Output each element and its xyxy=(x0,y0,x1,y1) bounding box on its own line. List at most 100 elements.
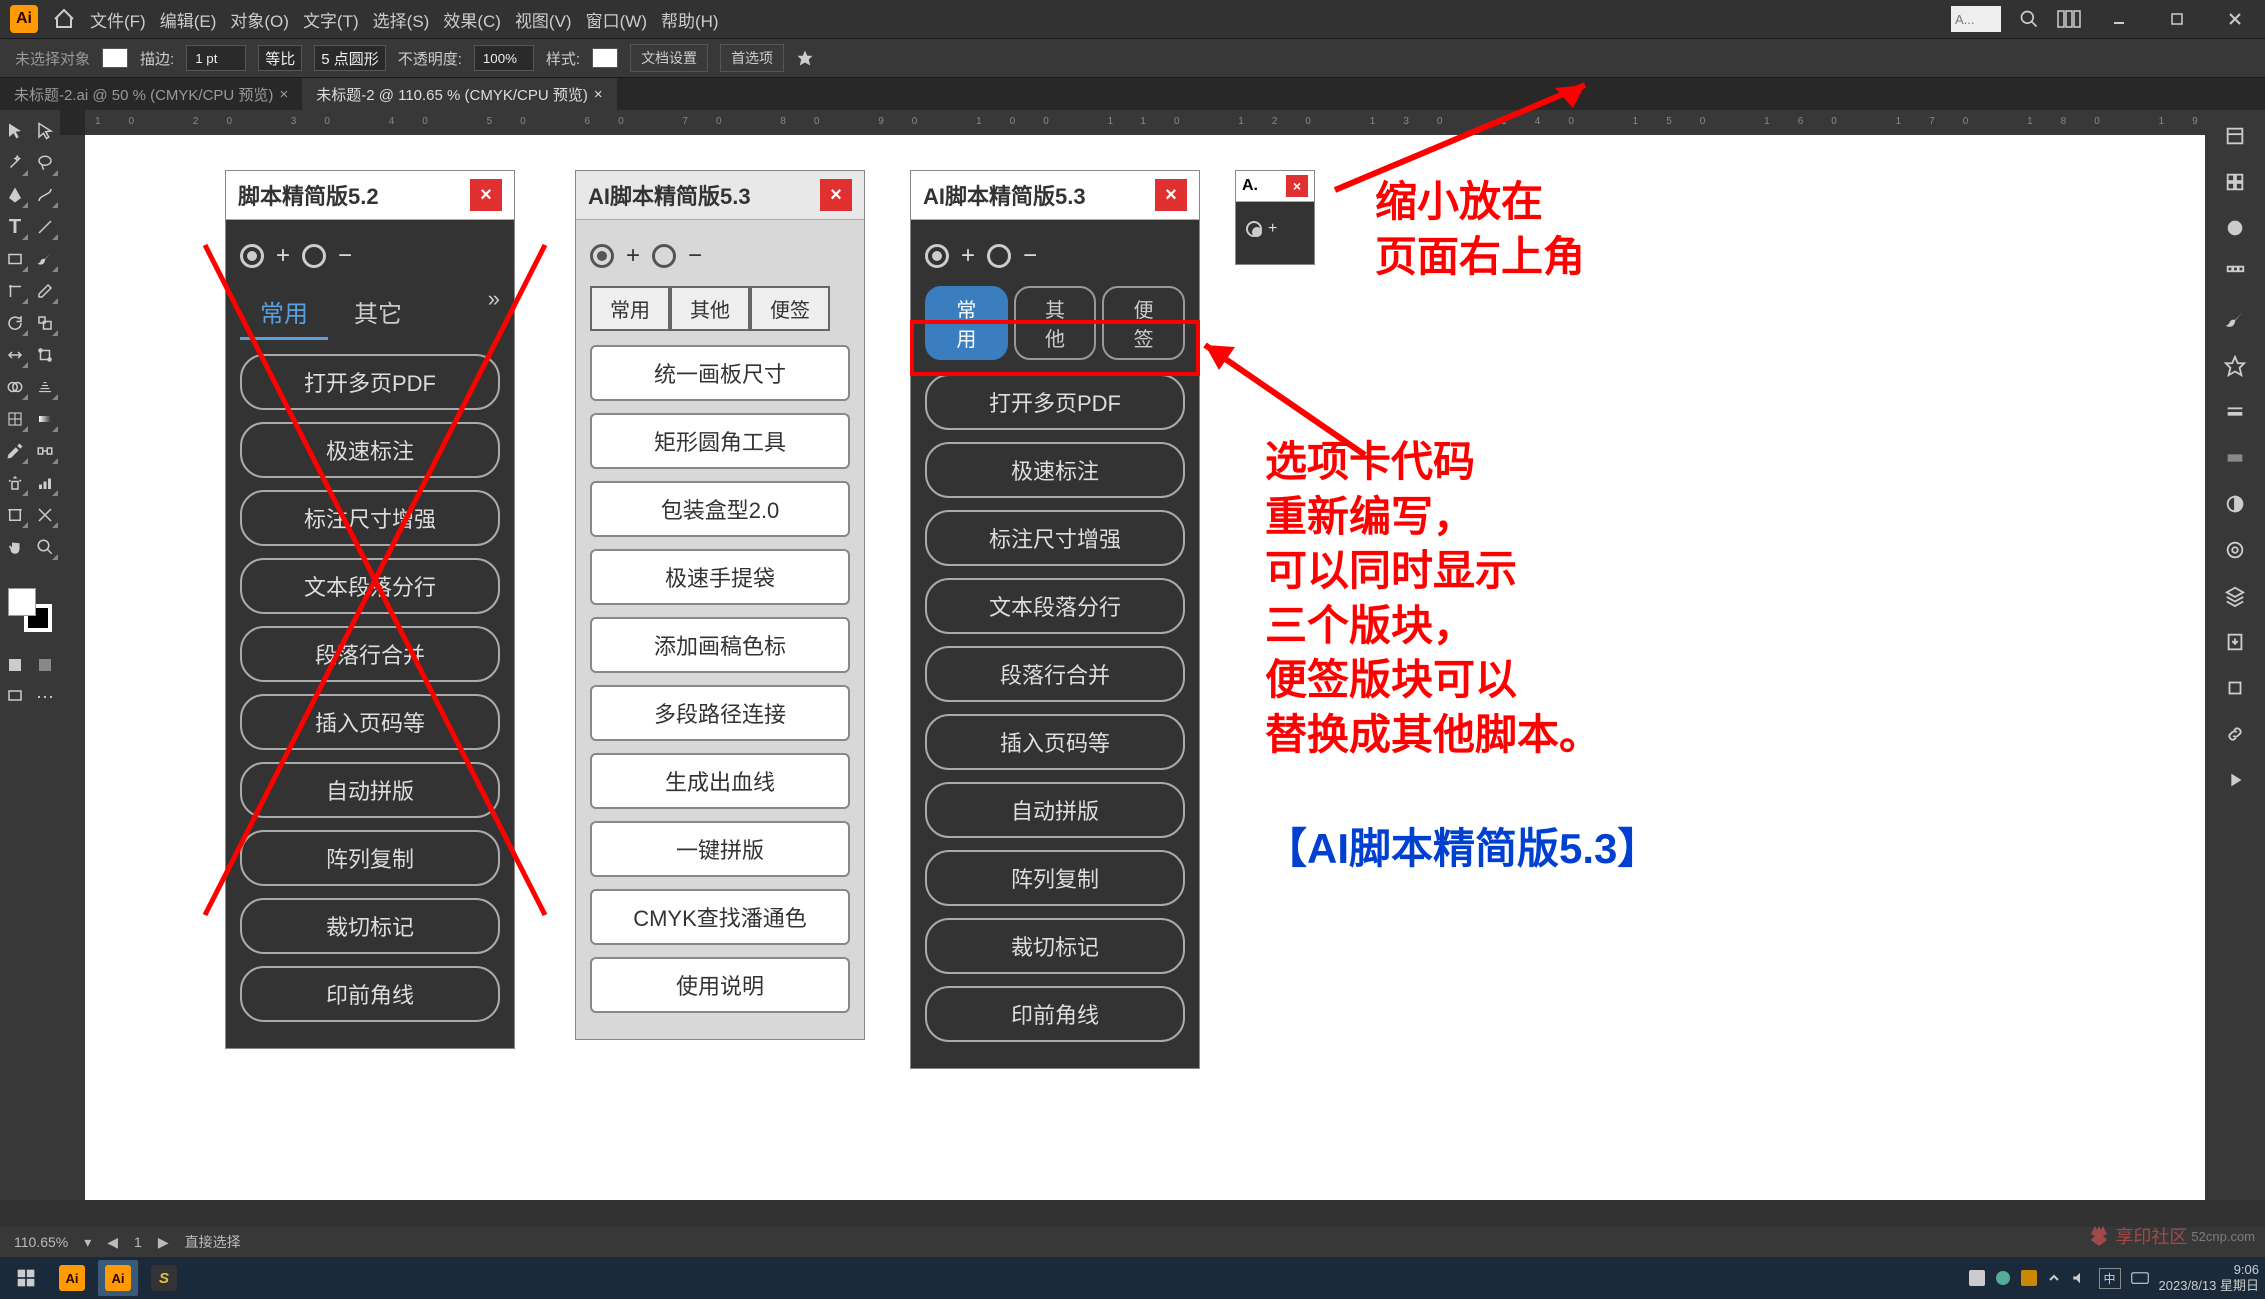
magic-wand-tool[interactable] xyxy=(0,148,30,178)
pd-btn-6[interactable]: 自动拼版 xyxy=(925,782,1185,838)
appearance-panel-icon[interactable] xyxy=(2215,530,2255,570)
pd-btn-0[interactable]: 打开多页PDF xyxy=(925,374,1185,430)
pd-btn-4[interactable]: 段落行合并 xyxy=(925,646,1185,702)
home-icon[interactable] xyxy=(52,7,76,31)
lasso-tool[interactable] xyxy=(30,148,60,178)
pl-btn-4[interactable]: 添加画稿色标 xyxy=(590,617,850,673)
p52-btn-7[interactable]: 阵列复制 xyxy=(240,830,500,886)
pl-btn-6[interactable]: 生成出血线 xyxy=(590,753,850,809)
tab-1-close-icon[interactable]: × xyxy=(279,86,288,103)
line-tool[interactable] xyxy=(30,212,60,242)
pl-btn-5[interactable]: 多段路径连接 xyxy=(590,685,850,741)
rotate-tool[interactable] xyxy=(0,308,30,338)
play-icon[interactable] xyxy=(2215,760,2255,800)
radio-selected-icon[interactable] xyxy=(590,244,614,268)
pin-icon[interactable] xyxy=(796,49,814,67)
arrange-icon[interactable] xyxy=(2057,10,2081,28)
symbols-panel-icon[interactable] xyxy=(2215,346,2255,386)
doc-setup-button[interactable]: 文档设置 xyxy=(630,44,708,72)
fill-swatch[interactable] xyxy=(102,48,128,68)
p52-btn-0[interactable]: 打开多页PDF xyxy=(240,354,500,410)
document-tab-1[interactable]: 未标题-2.ai @ 50 % (CMYK/CPU 预览) × xyxy=(0,78,302,111)
ime-indicator[interactable]: 中 xyxy=(2099,1268,2121,1289)
pd-btn-1[interactable]: 极速标注 xyxy=(925,442,1185,498)
screen-mode[interactable] xyxy=(0,682,30,712)
p52-btn-9[interactable]: 印前角线 xyxy=(240,966,500,1022)
blend-tool[interactable] xyxy=(30,436,60,466)
prefs-button[interactable]: 首选项 xyxy=(720,44,784,72)
ime-keyboard-icon[interactable] xyxy=(2131,1271,2149,1285)
document-tab-2[interactable]: 未标题-2 @ 110.65 % (CMYK/CPU 预览) × xyxy=(302,78,616,111)
p52-btn-4[interactable]: 段落行合并 xyxy=(240,626,500,682)
pd-btn-3[interactable]: 文本段落分行 xyxy=(925,578,1185,634)
panel52-tab-other[interactable]: 其它 xyxy=(334,286,422,340)
links-panel-icon[interactable] xyxy=(2215,714,2255,754)
taskbar-clock[interactable]: 9:06 2023/8/13 星期日 xyxy=(2159,1262,2259,1293)
libraries-panel-icon[interactable] xyxy=(2215,162,2255,202)
menu-view[interactable]: 视图(V) xyxy=(515,7,572,32)
light-tab-common[interactable]: 常用 xyxy=(590,286,670,331)
tray-icon-3[interactable] xyxy=(2021,1270,2037,1286)
color-panel-icon[interactable] xyxy=(2215,208,2255,248)
color-mode[interactable] xyxy=(0,650,30,680)
zoom-level[interactable]: 110.65% xyxy=(14,1234,68,1250)
maximize-button[interactable] xyxy=(2157,5,2197,33)
uniform-dropdown[interactable]: 等比 xyxy=(258,45,302,71)
tray-icon-2[interactable] xyxy=(1995,1270,2011,1286)
pl-btn-1[interactable]: 矩形圆角工具 xyxy=(590,413,850,469)
radio-icon[interactable] xyxy=(302,244,326,268)
shape-builder-tool[interactable] xyxy=(0,372,30,402)
panel-mini-close-button[interactable]: × xyxy=(1286,175,1308,197)
style-swatch[interactable] xyxy=(592,48,618,68)
pd-btn-8[interactable]: 裁切标记 xyxy=(925,918,1185,974)
brushes-panel-icon[interactable] xyxy=(2215,300,2255,340)
graph-tool[interactable] xyxy=(30,468,60,498)
gradient-panel-icon[interactable] xyxy=(2215,438,2255,478)
p52-btn-6[interactable]: 自动拼版 xyxy=(240,762,500,818)
pl-btn-8[interactable]: CMYK查找潘通色 xyxy=(590,889,850,945)
pd-btn-7[interactable]: 阵列复制 xyxy=(925,850,1185,906)
minimize-button[interactable] xyxy=(2099,5,2139,33)
eyedropper-tool[interactable] xyxy=(0,436,30,466)
p52-btn-5[interactable]: 插入页码等 xyxy=(240,694,500,750)
curvature-tool[interactable] xyxy=(30,180,60,210)
menu-effect[interactable]: 效果(C) xyxy=(443,7,501,32)
properties-panel-icon[interactable] xyxy=(2215,116,2255,156)
light-tab-other[interactable]: 其他 xyxy=(670,286,750,331)
swatches-panel-icon[interactable] xyxy=(2215,254,2255,294)
stroke-weight-input[interactable] xyxy=(186,45,246,71)
search-icon[interactable] xyxy=(2019,9,2039,29)
fill-color[interactable] xyxy=(8,588,36,616)
p52-btn-2[interactable]: 标注尺寸增强 xyxy=(240,490,500,546)
radio-selected-icon[interactable] xyxy=(1246,221,1262,237)
taskbar-ai-2[interactable]: Ai xyxy=(98,1260,138,1296)
pen-tool[interactable] xyxy=(0,180,30,210)
pd-btn-5[interactable]: 插入页码等 xyxy=(925,714,1185,770)
width-tool[interactable] xyxy=(0,340,30,370)
menu-select[interactable]: 选择(S) xyxy=(373,7,430,32)
light-tab-memo[interactable]: 便签 xyxy=(750,286,830,331)
menu-object[interactable]: 对象(O) xyxy=(230,7,289,32)
direct-selection-tool[interactable] xyxy=(30,116,60,146)
taskbar-ai-1[interactable]: Ai xyxy=(52,1260,92,1296)
chevron-right-icon[interactable]: » xyxy=(488,286,500,340)
radio-selected-icon[interactable] xyxy=(240,244,264,268)
taskbar-app-s[interactable]: S xyxy=(144,1260,184,1296)
p52-btn-8[interactable]: 裁切标记 xyxy=(240,898,500,954)
p52-btn-3[interactable]: 文本段落分行 xyxy=(240,558,500,614)
menu-help[interactable]: 帮助(H) xyxy=(661,7,719,32)
zoom-dropdown-icon[interactable]: ▾ xyxy=(84,1234,91,1251)
panel52-close-button[interactable]: × xyxy=(470,179,502,211)
symbol-sprayer-tool[interactable] xyxy=(0,468,30,498)
perspective-tool[interactable] xyxy=(30,372,60,402)
menu-window[interactable]: 窗口(W) xyxy=(586,7,647,32)
float-script-panel[interactable]: A... xyxy=(1951,6,2001,32)
menu-type[interactable]: 文字(T) xyxy=(303,7,359,32)
radio-icon[interactable] xyxy=(987,244,1011,268)
hand-tool[interactable] xyxy=(0,532,30,562)
scale-tool[interactable] xyxy=(30,308,60,338)
artboard-nav-prev[interactable]: ◀ xyxy=(107,1234,118,1251)
paintbrush-tool[interactable] xyxy=(30,244,60,274)
pl-btn-9[interactable]: 使用说明 xyxy=(590,957,850,1013)
artboard-tool[interactable] xyxy=(0,500,30,530)
